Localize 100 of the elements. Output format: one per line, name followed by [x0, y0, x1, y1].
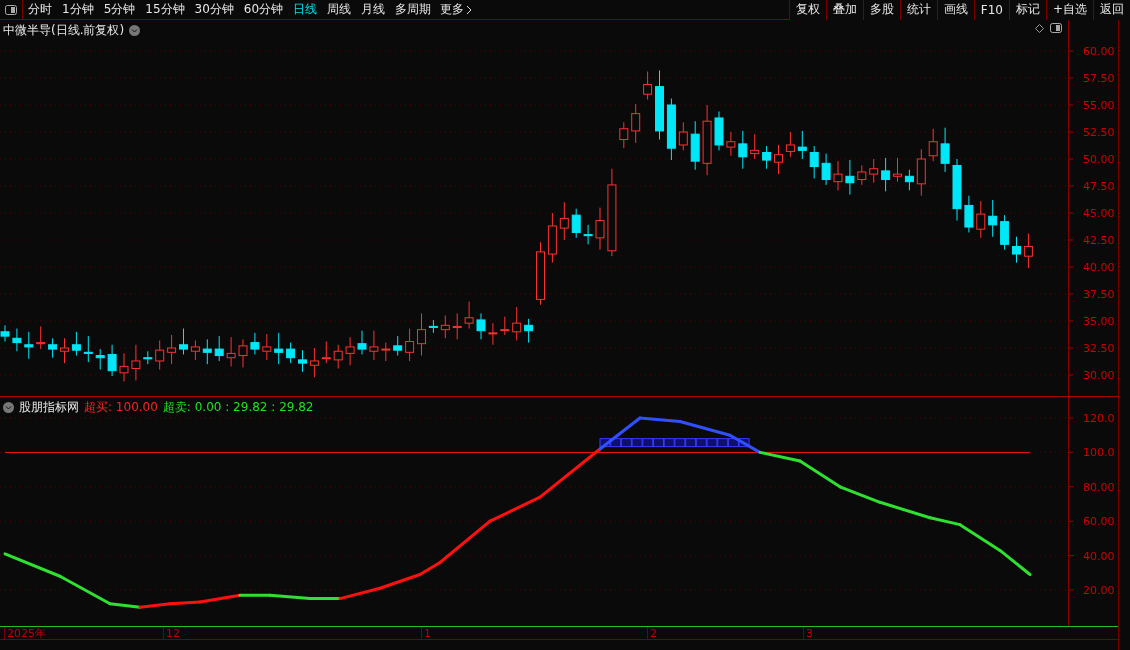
toolbar-button[interactable]: 返回: [1093, 0, 1130, 20]
axis-label: 60.00: [1083, 515, 1115, 529]
dropdown-icon[interactable]: [129, 25, 141, 36]
period-tab[interactable]: 60分钟: [238, 1, 289, 18]
axis-label: 55.00: [1083, 99, 1115, 112]
date-label: 12: [163, 627, 180, 640]
candlestick: [357, 330, 367, 355]
period-tab[interactable]: 5分钟: [98, 1, 141, 18]
toolbar-button[interactable]: F10: [973, 0, 1009, 20]
axis-label: 52.50: [1083, 126, 1115, 139]
candlestick: [488, 322, 498, 346]
period-tab[interactable]: 分时: [23, 1, 57, 18]
toolbar-button[interactable]: +自选: [1045, 0, 1093, 20]
candlestick: [345, 336, 355, 366]
candlestick: [226, 336, 236, 367]
candlestick: [916, 148, 926, 197]
period-tab[interactable]: 多周期: [390, 1, 437, 18]
candlestick: [1000, 214, 1010, 251]
toolbar-button[interactable]: 多股: [862, 0, 900, 20]
period-tab[interactable]: 15分钟: [140, 1, 190, 18]
candlestick: [702, 104, 712, 176]
candlestick: [1023, 233, 1033, 269]
candlestick: [762, 145, 772, 170]
candlestick: [928, 128, 938, 162]
more-menu[interactable]: 更多: [436, 1, 477, 18]
dropdown-icon[interactable]: [3, 402, 14, 413]
toolbar-button[interactable]: 复权: [788, 0, 826, 20]
period-tab[interactable]: 月线: [356, 1, 391, 18]
candlestick: [286, 342, 296, 364]
candlestick: [714, 111, 724, 151]
candlestick: [904, 169, 914, 191]
candlestick: [12, 328, 22, 352]
oversold-reading: 超卖: 0.00 : 29.82 : 29.82: [162, 399, 314, 416]
candlestick: [48, 337, 58, 359]
candlestick: [536, 241, 545, 306]
candlestick: [940, 127, 950, 173]
axis-label: 47.50: [1083, 180, 1115, 193]
period-tab[interactable]: 周线: [322, 1, 357, 18]
candlestick: [60, 337, 69, 364]
diamond-icon[interactable]: [1035, 23, 1044, 33]
candlestick: [976, 200, 986, 239]
candlestick: [214, 335, 224, 362]
period-tab[interactable]: 日线: [288, 1, 323, 18]
panel-toggle-icon[interactable]: [5, 4, 17, 15]
toolbar-button[interactable]: 叠加: [825, 0, 863, 20]
candlestick: [988, 199, 998, 238]
candlestick: [881, 157, 891, 192]
candlestick: [440, 315, 450, 339]
candlestick: [464, 301, 474, 330]
candlestick: [619, 121, 629, 149]
candlestick: [274, 332, 284, 365]
toolbar-button[interactable]: 画线: [936, 0, 974, 20]
axis-label: 45.00: [1083, 207, 1115, 220]
date-label: 2: [647, 627, 657, 640]
axis-label: 40.00: [1083, 549, 1115, 563]
candlestick: [869, 158, 879, 184]
candlestick: [1012, 236, 1021, 264]
axis-label: 50.00: [1083, 153, 1115, 166]
axis-label: 60.00: [1083, 45, 1115, 58]
candlestick: [71, 331, 81, 357]
candlestick: [167, 334, 177, 365]
toolbar-button[interactable]: 统计: [899, 0, 937, 20]
chart-title: 中微半导(日线.前复权): [3, 22, 125, 39]
toolbar-button[interactable]: 标记: [1008, 0, 1046, 20]
candlestick: [833, 160, 843, 191]
candlestick: [738, 130, 748, 170]
overbought-reading: 超买: 100.00: [84, 399, 158, 416]
candlestick: [785, 131, 795, 158]
candlestick: [321, 341, 331, 364]
candlestick: [24, 331, 34, 360]
panel-toggle-icon[interactable]: [1050, 23, 1062, 33]
axis-label: 120.0: [1083, 412, 1115, 425]
date-label: 3: [803, 627, 813, 640]
candlestick: [857, 165, 867, 186]
candlestick: [131, 344, 141, 381]
candlestick: [119, 352, 129, 382]
candlestick: [952, 158, 962, 222]
candlestick: [309, 347, 319, 378]
candlestick: [143, 350, 153, 365]
candlestick: [0, 324, 10, 342]
period-tab[interactable]: 1分钟: [57, 1, 99, 18]
candlestick: [821, 153, 831, 186]
period-tab[interactable]: 30分钟: [189, 1, 239, 18]
candlestick: [95, 348, 105, 371]
axis-label: 40.00: [1083, 261, 1115, 274]
axis-label: 30.00: [1083, 369, 1115, 382]
axis-label: 42.50: [1083, 234, 1115, 247]
candlestick: [333, 344, 343, 369]
axis-label: 57.50: [1083, 72, 1115, 85]
candlestick: [250, 332, 260, 355]
candlestick: [179, 328, 188, 355]
candlestick: [655, 69, 664, 141]
candlestick: [595, 207, 605, 251]
indicator-name: 股朋指标网: [19, 399, 79, 416]
candlestick: [107, 344, 117, 377]
candlestick: [845, 159, 855, 196]
candlestick: [583, 224, 593, 245]
candlestick: [262, 333, 272, 361]
axis-label: 20.00: [1083, 584, 1115, 597]
candlestick: [393, 335, 403, 357]
